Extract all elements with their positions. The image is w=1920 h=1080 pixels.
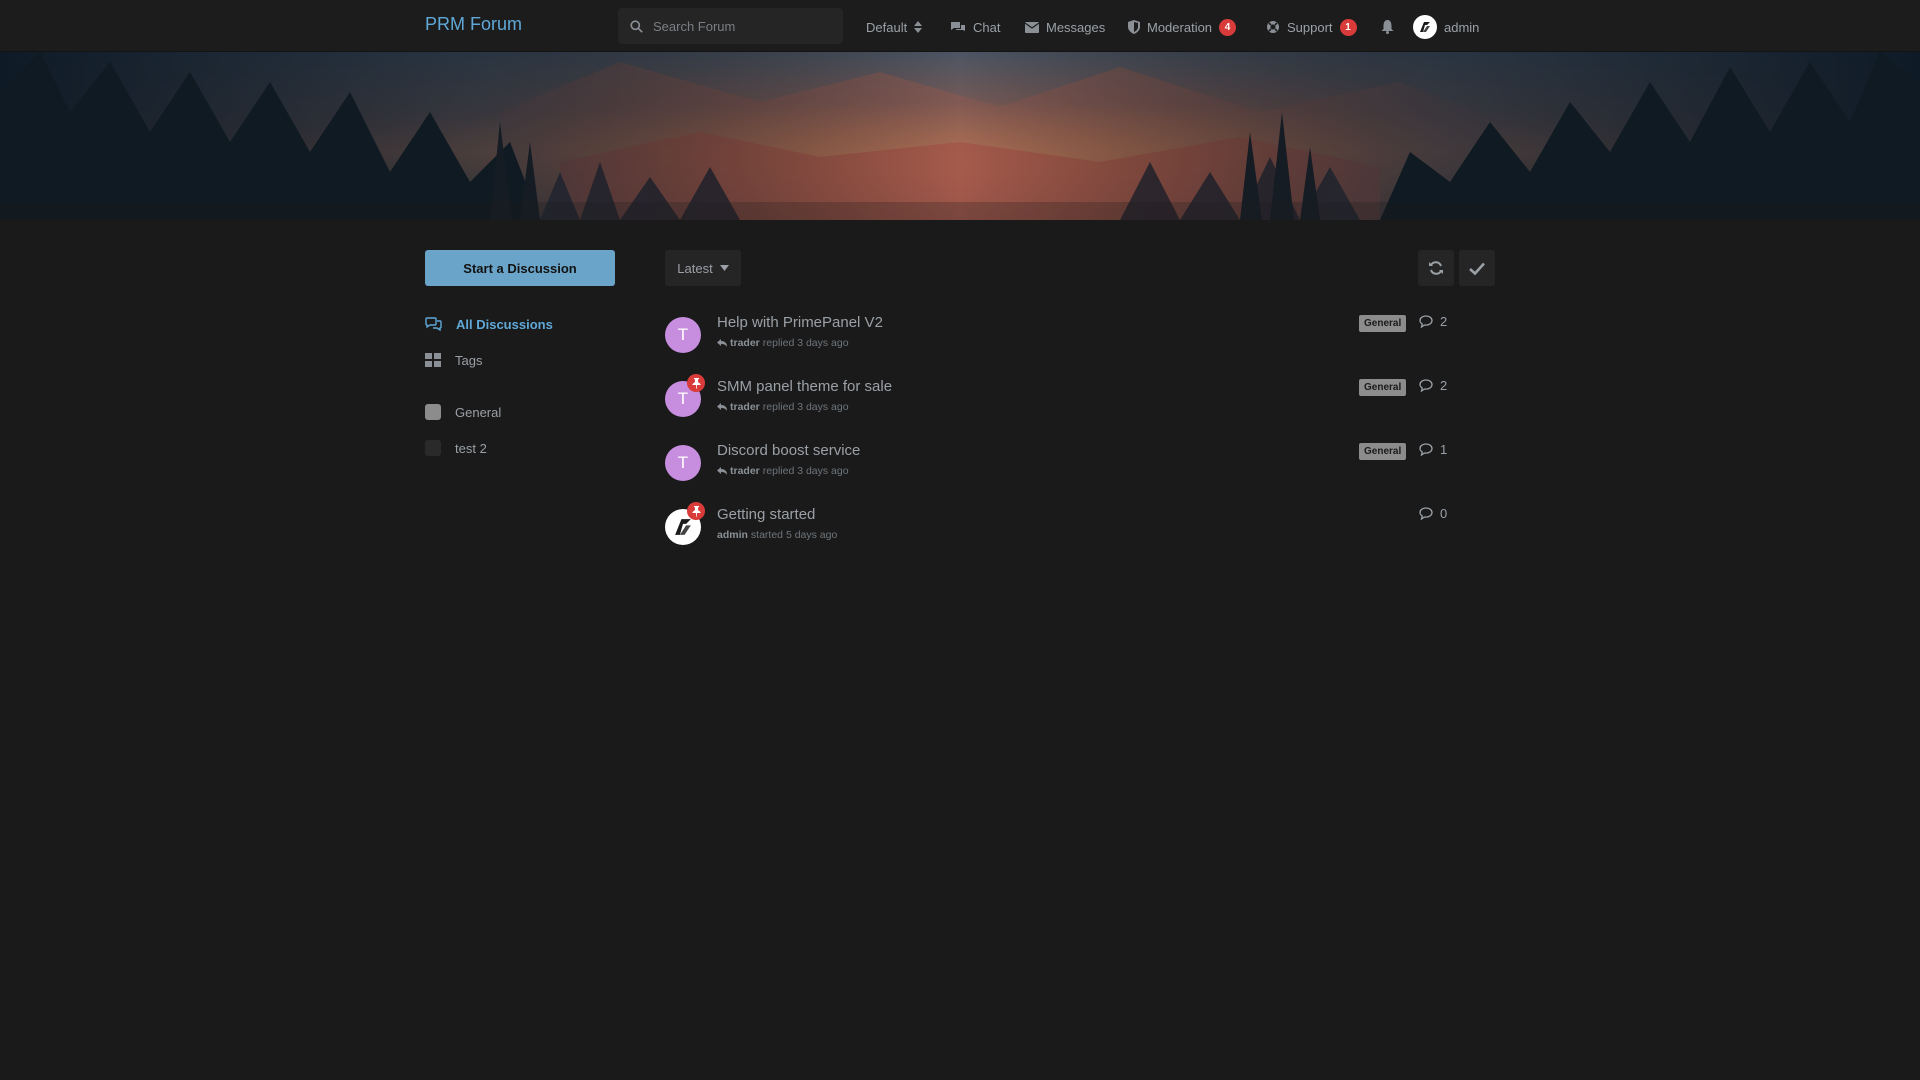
discussion-meta: admin started 5 days ago [717,529,837,541]
envelope-icon [1025,21,1039,33]
reply-count-value: 2 [1440,314,1448,329]
sidebar-tag-test-2[interactable]: test 2 [425,438,487,458]
tag-label: General [455,404,502,420]
reply-icon [717,403,727,411]
pin-icon [692,377,700,389]
comment-icon [1419,379,1433,392]
discussion-title[interactable]: SMM panel theme for sale [717,378,892,395]
comment-icon [1419,507,1433,520]
sort-dropdown[interactable]: Latest [665,250,741,286]
pinned-badge [687,374,705,392]
pin-icon [692,505,700,517]
tags-label: Tags [455,352,483,368]
check-icon [1469,262,1485,275]
chat-label: Chat [973,19,1001,35]
refresh-button[interactable] [1418,250,1454,286]
sidebar-item-tags[interactable]: Tags [425,350,482,370]
sort-arrows-icon [914,21,923,33]
notifications-button[interactable] [1381,17,1394,37]
tag-swatch [425,440,441,456]
theme-selector[interactable]: Default [866,17,923,37]
reply-count: 2 [1419,378,1447,393]
discussion-title[interactable]: Getting started [717,506,815,523]
caret-down-icon [719,265,729,271]
reply-count-value: 1 [1440,442,1448,457]
discussion-meta: trader replied 3 days ago [717,401,849,413]
discussion-item[interactable]: Getting started admin started 5 days ago… [665,502,1455,562]
sidebar-tag-general[interactable]: General [425,402,501,422]
messages-link[interactable]: Messages [1025,17,1105,37]
comment-icon [1419,315,1433,328]
hero-banner [0,52,1920,220]
chat-icon [951,21,965,31]
activity-text: replied 3 days ago [762,401,849,413]
bell-icon [1381,20,1394,34]
logo-icon [1420,22,1430,32]
author-name[interactable]: trader [730,465,760,477]
reply-count: 0 [1419,506,1447,521]
search-placeholder: Search Forum [653,18,736,34]
pinned-badge [687,502,705,520]
logo-icon [675,519,691,535]
tag-swatch [425,404,441,420]
discussion-item[interactable]: T SMM panel theme for sale trader replie… [665,374,1455,434]
search-input[interactable]: Search Forum [618,8,843,44]
top-header: PRM Forum Search Forum Default Chat Mess… [0,0,1920,52]
discussion-meta: trader replied 3 days ago [717,337,849,349]
messages-label: Messages [1046,19,1106,35]
reply-count-value: 0 [1440,506,1448,521]
reply-icon [717,467,727,475]
lifebuoy-icon [1267,21,1279,33]
discussion-title[interactable]: Discord boost service [717,442,860,459]
theme-label: Default [866,19,908,35]
comments-icon [425,317,442,331]
tags-grid-icon [425,353,441,367]
author-name[interactable]: trader [730,401,760,413]
reply-count-value: 2 [1440,378,1448,393]
user-avatar[interactable]: T [665,317,701,353]
discussion-meta: trader replied 3 days ago [717,465,849,477]
tag-badge[interactable]: General [1359,379,1407,396]
discussion-item[interactable]: T Help with PrimePanel V2 trader replied… [665,314,1455,370]
start-discussion-button[interactable]: Start a Discussion [425,250,615,286]
tag-badge[interactable]: General [1359,315,1407,332]
moderation-link[interactable]: Moderation 4 [1128,17,1237,37]
support-link[interactable]: Support 1 [1266,17,1357,37]
tag-badge[interactable]: General [1359,443,1407,460]
activity-text: replied 3 days ago [762,465,849,477]
user-avatar [1413,15,1437,39]
reply-count: 1 [1419,442,1447,457]
all-discussions-label: All Discussions [456,316,553,332]
author-name[interactable]: admin [717,529,748,541]
tag-label: test 2 [455,440,487,456]
comment-icon [1419,443,1433,456]
reply-icon [717,339,727,347]
search-icon [630,19,643,33]
discussion-title[interactable]: Help with PrimePanel V2 [717,314,883,331]
user-menu[interactable]: admin [1413,14,1479,40]
author-name[interactable]: trader [730,337,760,349]
mark-all-read-button[interactable] [1459,250,1495,286]
sidebar-item-all-discussions[interactable]: All Discussions [425,314,553,334]
refresh-icon [1429,261,1443,275]
activity-text: started 5 days ago [750,529,838,541]
forest-illustration [0,52,1920,220]
activity-text: replied 3 days ago [762,337,849,349]
user-avatar[interactable]: T [665,445,701,481]
support-label: Support [1287,19,1333,35]
user-label: admin [1444,19,1480,35]
chat-link[interactable]: Chat [950,17,1000,37]
forum-brand[interactable]: PRM Forum [425,14,522,35]
reply-count: 2 [1419,314,1447,329]
sort-label: Latest [677,260,713,276]
shield-icon [1128,20,1140,34]
moderation-label: Moderation [1147,19,1213,35]
support-badge: 1 [1339,18,1357,36]
moderation-badge: 4 [1219,18,1237,36]
discussion-item[interactable]: T Discord boost service trader replied 3… [665,442,1455,498]
